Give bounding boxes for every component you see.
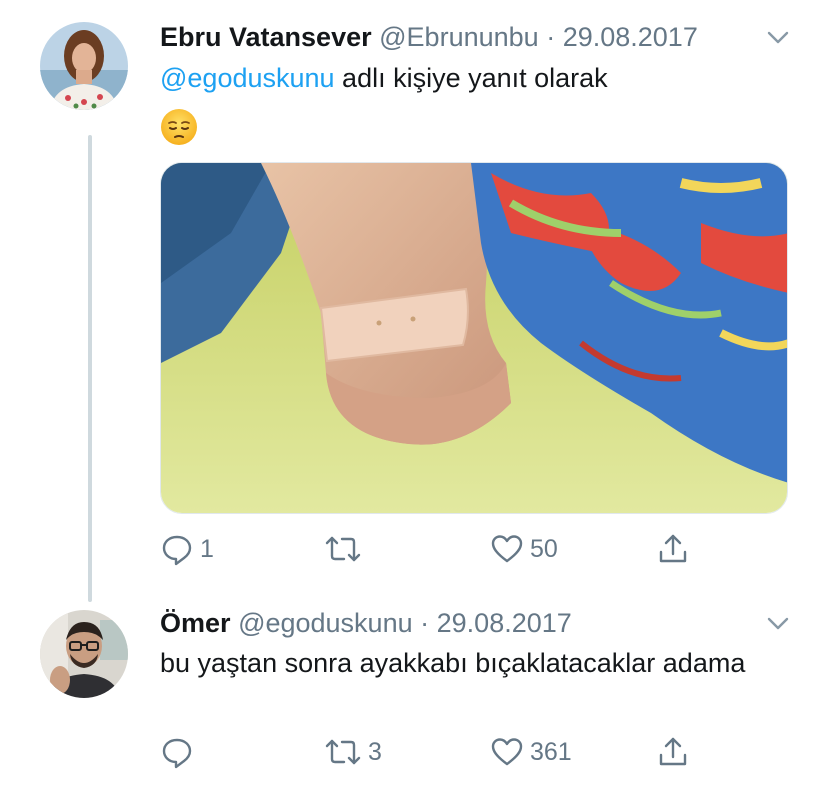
pensive-face-emoji xyxy=(160,108,198,146)
retweet-count: 3 xyxy=(368,737,382,766)
tweet-header: Ömer @egoduskunu · 29.08.2017 xyxy=(160,606,572,640)
chevron-down-icon[interactable] xyxy=(764,609,792,637)
author-name[interactable]: Ömer xyxy=(160,608,231,638)
reply-context: @egoduskunu adlı kişiye yanıt olarak xyxy=(160,61,608,95)
like-count: 50 xyxy=(530,534,558,563)
avatar[interactable] xyxy=(40,610,128,698)
share-icon xyxy=(656,532,690,566)
retweet-icon xyxy=(324,735,362,769)
thread-connector-line xyxy=(88,135,92,602)
author-handle[interactable]: @egoduskunu xyxy=(238,608,413,638)
reply-button[interactable] xyxy=(160,732,200,772)
like-button[interactable]: 361 xyxy=(490,732,572,772)
retweet-icon xyxy=(324,532,362,566)
separator: · xyxy=(546,22,556,52)
chevron-down-icon[interactable] xyxy=(764,23,792,51)
reply-icon xyxy=(160,735,194,769)
tweet-text: bu yaştan sonra ayakkabı bıçaklatacaklar… xyxy=(160,648,746,678)
heart-icon xyxy=(490,735,524,769)
tweet-date[interactable]: 29.08.2017 xyxy=(437,608,572,638)
author-name[interactable]: Ebru Vatansever xyxy=(160,22,372,52)
heart-icon xyxy=(490,532,524,566)
retweet-button[interactable] xyxy=(324,529,368,569)
like-count: 361 xyxy=(530,737,572,766)
reply-mention-link[interactable]: @egoduskunu xyxy=(160,63,335,93)
tweet-media-photo[interactable] xyxy=(160,162,788,514)
like-button[interactable]: 50 xyxy=(490,529,558,569)
retweet-button[interactable]: 3 xyxy=(324,732,382,772)
separator: · xyxy=(420,608,430,638)
reply-button[interactable]: 1 xyxy=(160,529,214,569)
reply-icon xyxy=(160,532,194,566)
avatar[interactable] xyxy=(40,22,128,110)
share-icon xyxy=(656,735,690,769)
tweet-date[interactable]: 29.08.2017 xyxy=(563,22,698,52)
author-handle[interactable]: @Ebrununbu xyxy=(379,22,539,52)
tweet-actions: 1 50 xyxy=(160,529,720,569)
reply-context-text: adlı kişiye yanıt olarak xyxy=(334,63,608,93)
share-button[interactable] xyxy=(656,529,690,569)
tweet-header: Ebru Vatansever @Ebrununbu · 29.08.2017 xyxy=(160,20,698,54)
tweet-actions: 3 361 xyxy=(160,732,720,772)
reply-count: 1 xyxy=(200,534,214,563)
share-button[interactable] xyxy=(656,732,690,772)
